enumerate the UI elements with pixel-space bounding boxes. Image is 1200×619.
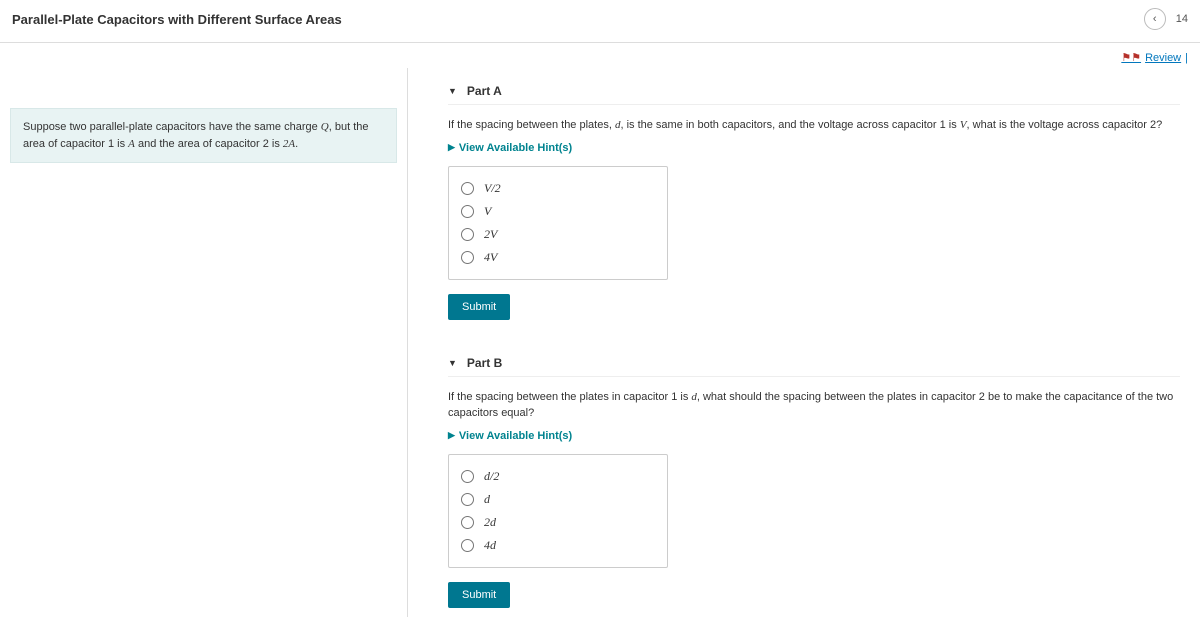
main-layout: Suppose two parallel-plate capacitors ha… bbox=[0, 68, 1200, 617]
part-b-hints-toggle[interactable]: ▶ View Available Hint(s) bbox=[448, 430, 1180, 442]
part-b-option-1[interactable]: d bbox=[461, 488, 655, 511]
part-a-radio-3[interactable] bbox=[461, 251, 474, 264]
part-a-label: Part A bbox=[467, 84, 502, 98]
var-Q: Q bbox=[321, 121, 329, 133]
caret-right-icon: ▶ bbox=[448, 430, 455, 441]
page-number: 14 bbox=[1176, 13, 1188, 25]
part-b-radio-0[interactable] bbox=[461, 470, 474, 483]
page-header: Parallel-Plate Capacitors with Different… bbox=[0, 0, 1200, 43]
part-b-options: d/2 d 2d 4d bbox=[448, 454, 668, 568]
part-a-radio-0[interactable] bbox=[461, 182, 474, 195]
flag-icon: ⚑⚑ bbox=[1121, 51, 1141, 64]
questions-column: ▼ Part A If the spacing between the plat… bbox=[408, 68, 1200, 617]
part-a-option-2[interactable]: 2V bbox=[461, 223, 655, 246]
part-b-option-3[interactable]: 4d bbox=[461, 534, 655, 557]
part-a-hints-label: View Available Hint(s) bbox=[459, 142, 572, 154]
part-a: ▼ Part A If the spacing between the plat… bbox=[448, 78, 1180, 320]
part-a-radio-1[interactable] bbox=[461, 205, 474, 218]
part-b-radio-1[interactable] bbox=[461, 493, 474, 506]
part-b-hints-label: View Available Hint(s) bbox=[459, 430, 572, 442]
page-title: Parallel-Plate Capacitors with Different… bbox=[12, 12, 342, 27]
part-b-radio-3[interactable] bbox=[461, 539, 474, 552]
caret-right-icon: ▶ bbox=[448, 142, 455, 153]
var-A: A bbox=[128, 138, 135, 150]
part-b-radio-2[interactable] bbox=[461, 516, 474, 529]
part-b-option-0[interactable]: d/2 bbox=[461, 465, 655, 488]
part-a-option-3[interactable]: 4V bbox=[461, 246, 655, 269]
part-b-submit-button[interactable]: Submit bbox=[448, 582, 510, 608]
review-link[interactable]: ⚑⚑ Review | bbox=[1121, 51, 1188, 64]
intro-column: Suppose two parallel-plate capacitors ha… bbox=[0, 68, 408, 617]
var-V: V bbox=[960, 119, 967, 131]
part-a-hints-toggle[interactable]: ▶ View Available Hint(s) bbox=[448, 142, 1180, 154]
part-a-submit-button[interactable]: Submit bbox=[448, 294, 510, 320]
part-a-question: If the spacing between the plates, d, is… bbox=[448, 117, 1180, 134]
part-a-option-1[interactable]: V bbox=[461, 200, 655, 223]
review-divider: | bbox=[1185, 52, 1188, 64]
part-a-option-0[interactable]: V/2 bbox=[461, 177, 655, 200]
part-a-radio-2[interactable] bbox=[461, 228, 474, 241]
part-b-label: Part B bbox=[467, 356, 502, 370]
review-label: Review bbox=[1145, 52, 1181, 64]
part-b-option-2[interactable]: 2d bbox=[461, 511, 655, 534]
part-a-header[interactable]: ▼ Part A bbox=[448, 78, 1180, 105]
part-b-header[interactable]: ▼ Part B bbox=[448, 350, 1180, 377]
var-2A: 2A bbox=[283, 138, 295, 150]
part-b: ▼ Part B If the spacing between the plat… bbox=[448, 350, 1180, 608]
part-a-options: V/2 V 2V 4V bbox=[448, 166, 668, 280]
intro-box: Suppose two parallel-plate capacitors ha… bbox=[10, 108, 397, 163]
prev-button[interactable]: ‹ bbox=[1144, 8, 1166, 30]
header-nav: ‹ 14 bbox=[1144, 8, 1188, 30]
caret-down-icon: ▼ bbox=[448, 86, 457, 96]
caret-down-icon: ▼ bbox=[448, 358, 457, 368]
subbar: ⚑⚑ Review | bbox=[0, 43, 1200, 68]
part-b-question: If the spacing between the plates in cap… bbox=[448, 389, 1180, 422]
